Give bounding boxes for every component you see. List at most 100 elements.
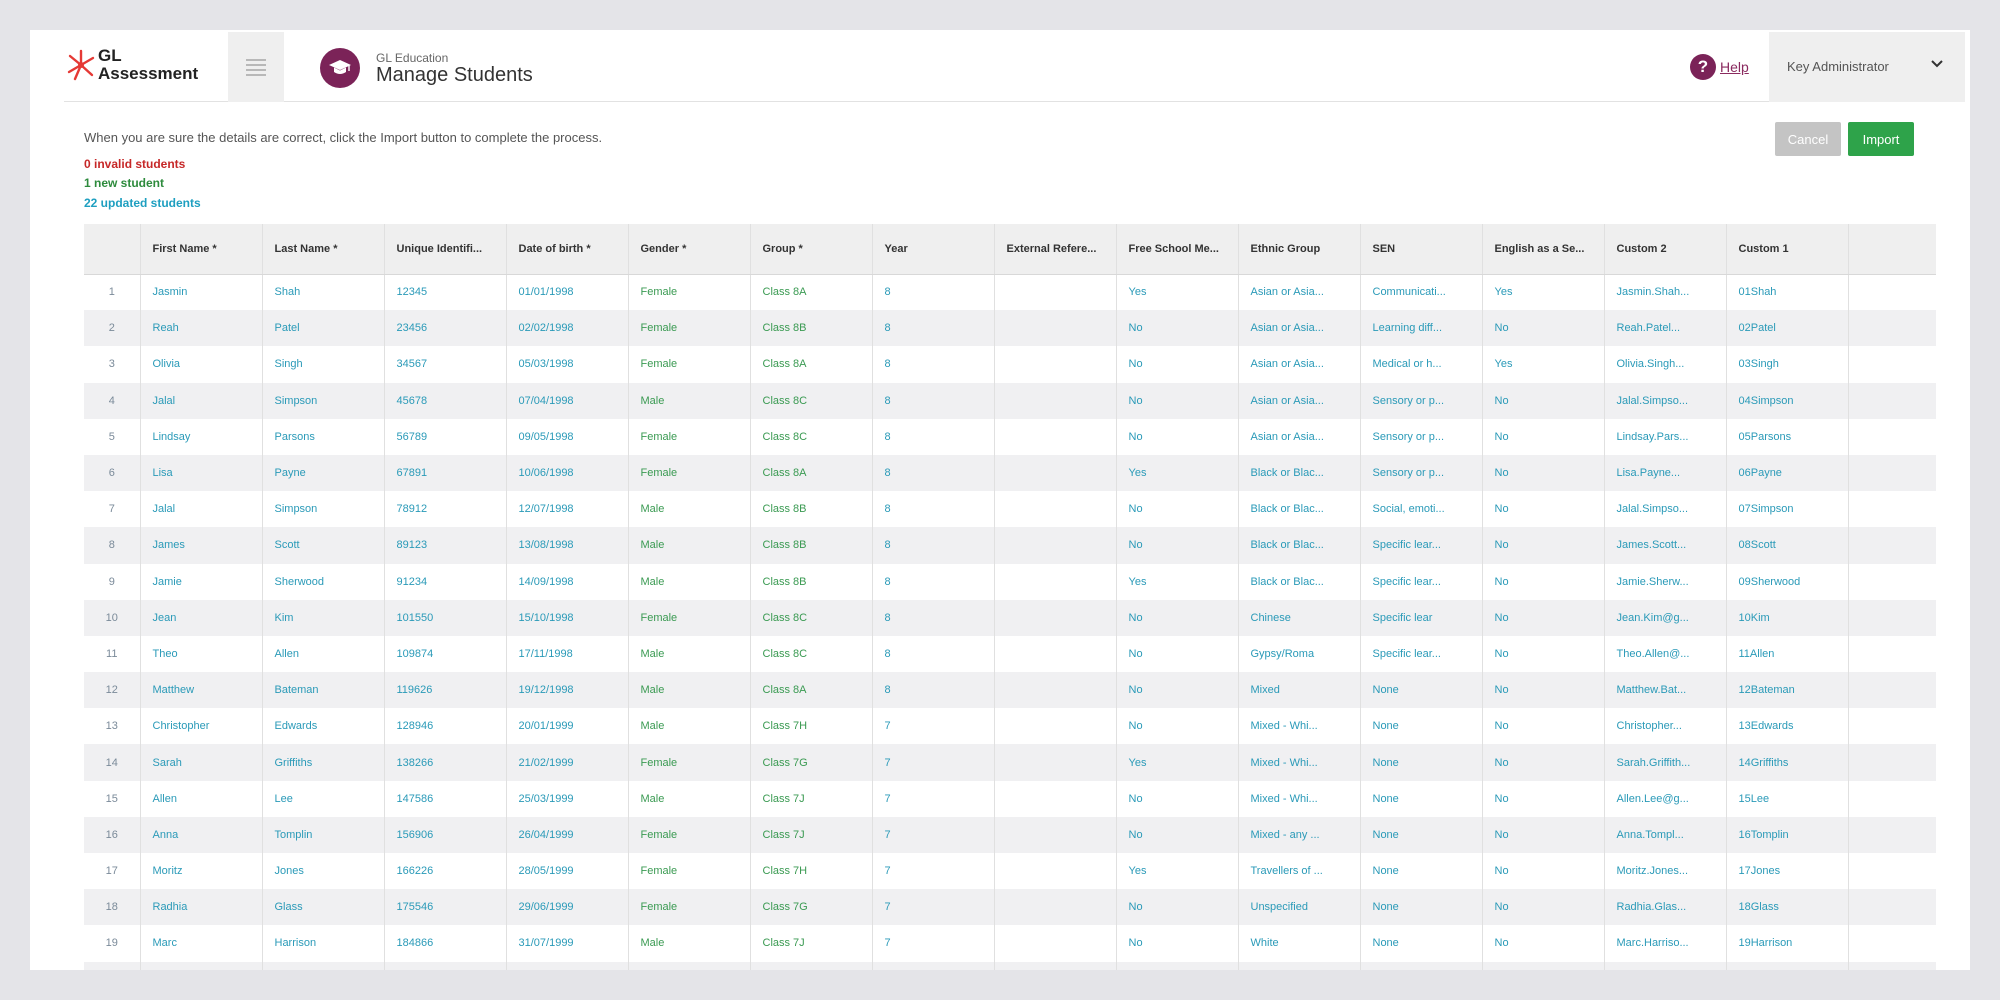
table-row[interactable]: 7 Jalal Simpson 78912 12/07/1998 Male Class 8B…: [84, 491, 1936, 528]
table-cell: Class 7G: [750, 889, 873, 926]
table-cell: No: [1482, 527, 1605, 564]
table-cell: 02/02/1998: [506, 310, 629, 347]
table-cell: Kim: [262, 599, 385, 636]
help-icon[interactable]: ?: [1690, 54, 1716, 80]
table-row[interactable]: 11 Theo Allen 109874 17/11/1998 Male Class 8C 8…: [84, 635, 1936, 673]
column-header[interactable]: External Refere...: [994, 224, 1117, 275]
table-row[interactable]: 14 Sarah Griffiths 138266 21/02/1999 Female Cl…: [84, 744, 1936, 781]
cancel-button[interactable]: Cancel: [1775, 122, 1841, 156]
table-cell: Male: [628, 780, 751, 817]
column-header[interactable]: SEN: [1360, 224, 1483, 275]
table-cell: Yes: [1116, 853, 1239, 890]
table-cell: [1726, 961, 1849, 970]
table-cell: 01Shah: [1726, 274, 1849, 311]
column-header[interactable]: Ethnic Group: [1238, 224, 1361, 275]
column-header[interactable]: Custom 2: [1604, 224, 1727, 275]
column-header[interactable]: Date of birth *: [506, 224, 629, 275]
table-cell: [1360, 961, 1483, 970]
table-cell: No: [1482, 853, 1605, 890]
menu-button[interactable]: [228, 32, 284, 102]
table-cell: [1848, 672, 1936, 709]
table-cell: 34567: [384, 346, 507, 383]
table-header-row: First Name * Last Name * Unique Identifi..…: [84, 224, 1936, 275]
table-row[interactable]: 1 Jasmin Shah 12345 01/01/1998 Female Class 8A…: [84, 274, 1936, 311]
table-cell: Yes: [1116, 274, 1239, 311]
column-header[interactable]: English as a Se...: [1482, 224, 1605, 275]
table-cell: [1848, 780, 1936, 817]
table-cell: Female: [628, 889, 751, 926]
table-row[interactable]: 6 Lisa Payne 67891 10/06/1998 Female Class 8A 8…: [84, 454, 1936, 492]
table-row[interactable]: 12 Matthew Bateman 119626 19/12/1998 Male Clas…: [84, 672, 1936, 709]
table-cell: Chinese: [1238, 599, 1361, 636]
row-index: 5: [84, 418, 141, 455]
table-cell: [1848, 346, 1936, 383]
user-menu[interactable]: Key Administrator: [1769, 32, 1965, 102]
column-header[interactable]: Custom 1: [1726, 224, 1849, 275]
table-cell: 01/01/1998: [506, 274, 629, 311]
column-header[interactable]: Group *: [750, 224, 873, 275]
table-cell: Radhia: [140, 889, 263, 926]
table-cell: 07Simpson: [1726, 491, 1849, 528]
column-header[interactable]: First Name *: [140, 224, 263, 275]
table-cell: Harrison: [262, 925, 385, 962]
table-cell: Class 8A: [750, 346, 873, 383]
table-row[interactable]: 10 Jean Kim 101550 15/10/1998 Female Class 8C 8…: [84, 599, 1936, 636]
table-cell: Anna: [140, 816, 263, 853]
table-cell: [994, 527, 1117, 564]
table-row[interactable]: 18 Radhia Glass 175546 29/06/1999 Female Class…: [84, 889, 1936, 926]
table-cell: Mixed - Whi...: [1238, 744, 1361, 781]
table-row[interactable]: 16 Anna Tomplin 156906 26/04/1999 Female Class…: [84, 816, 1936, 853]
table-row[interactable]: 8 James Scott 89123 13/08/1998 Male Class 8B 8 N…: [84, 527, 1936, 564]
table-cell: [994, 454, 1117, 492]
column-header[interactable]: [1848, 224, 1936, 275]
table-cell: None: [1360, 744, 1483, 781]
column-header[interactable]: Year: [872, 224, 995, 275]
table-cell: None: [1360, 925, 1483, 962]
table-row[interactable]: 4 Jalal Simpson 45678 07/04/1998 Male Class 8C…: [84, 382, 1936, 419]
table-row[interactable]: 17 Moritz Jones 166226 28/05/1999 Female Class…: [84, 853, 1936, 890]
row-index: 15: [84, 780, 141, 817]
help-link[interactable]: Help: [1720, 59, 1749, 75]
column-header[interactable]: Gender *: [628, 224, 751, 275]
table-cell: Female: [628, 346, 751, 383]
table-cell: Female: [628, 418, 751, 455]
table-row[interactable]: 2 Reah Patel 23456 02/02/1998 Female Class 8B 8…: [84, 310, 1936, 347]
import-button[interactable]: Import: [1848, 122, 1914, 156]
table-cell: 26/04/1999: [506, 816, 629, 853]
table-cell: [1848, 708, 1936, 745]
row-index: 16: [84, 816, 141, 853]
table-cell: 8: [872, 346, 995, 383]
table-cell: 15/10/1998: [506, 599, 629, 636]
gl-assessment-logo[interactable]: GL Assessment: [64, 46, 224, 90]
table-cell: [1848, 816, 1936, 853]
table-row[interactable]: 3 Olivia Singh 34567 05/03/1998 Female Class 8…: [84, 346, 1936, 383]
table-cell: Moritz: [140, 853, 263, 890]
table-cell: 7: [872, 744, 995, 781]
column-header[interactable]: Last Name *: [262, 224, 385, 275]
table-cell: Asian or Asia...: [1238, 418, 1361, 455]
table-row[interactable]: 9 Jamie Sherwood 91234 14/09/1998 Male Class 8…: [84, 563, 1936, 600]
table-cell: [994, 889, 1117, 926]
table-cell: Allen: [140, 780, 263, 817]
table-cell: Allen.Lee@g...: [1604, 780, 1727, 817]
column-header[interactable]: Unique Identifi...: [384, 224, 507, 275]
column-header[interactable]: [84, 224, 141, 275]
table-cell: Travellers of ...: [1238, 853, 1361, 890]
table-cell: 12345: [384, 274, 507, 311]
table-row[interactable]: 13 Christopher Edwards 128946 20/01/1999 Male…: [84, 708, 1936, 745]
table-cell: Mixed: [1238, 672, 1361, 709]
table-row[interactable]: [84, 961, 1936, 970]
instructions-text: When you are sure the details are correc…: [84, 130, 603, 145]
table-cell: Female: [628, 816, 751, 853]
table-row[interactable]: 5 Lindsay Parsons 56789 09/05/1998 Female Clas…: [84, 418, 1936, 455]
table-cell: [994, 491, 1117, 528]
table-row[interactable]: 19 Marc Harrison 184866 31/07/1999 Male Class …: [84, 925, 1936, 962]
table-cell: [1238, 961, 1361, 970]
table-row[interactable]: 15 Allen Lee 147586 25/03/1999 Male Class 7J 7 N…: [84, 780, 1936, 817]
table-cell: 166226: [384, 853, 507, 890]
table-cell: [994, 274, 1117, 311]
column-header[interactable]: Free School Me...: [1116, 224, 1239, 275]
table-cell: Class 8B: [750, 527, 873, 564]
table-cell: No: [1482, 418, 1605, 455]
table-cell: Jalal: [140, 382, 263, 419]
